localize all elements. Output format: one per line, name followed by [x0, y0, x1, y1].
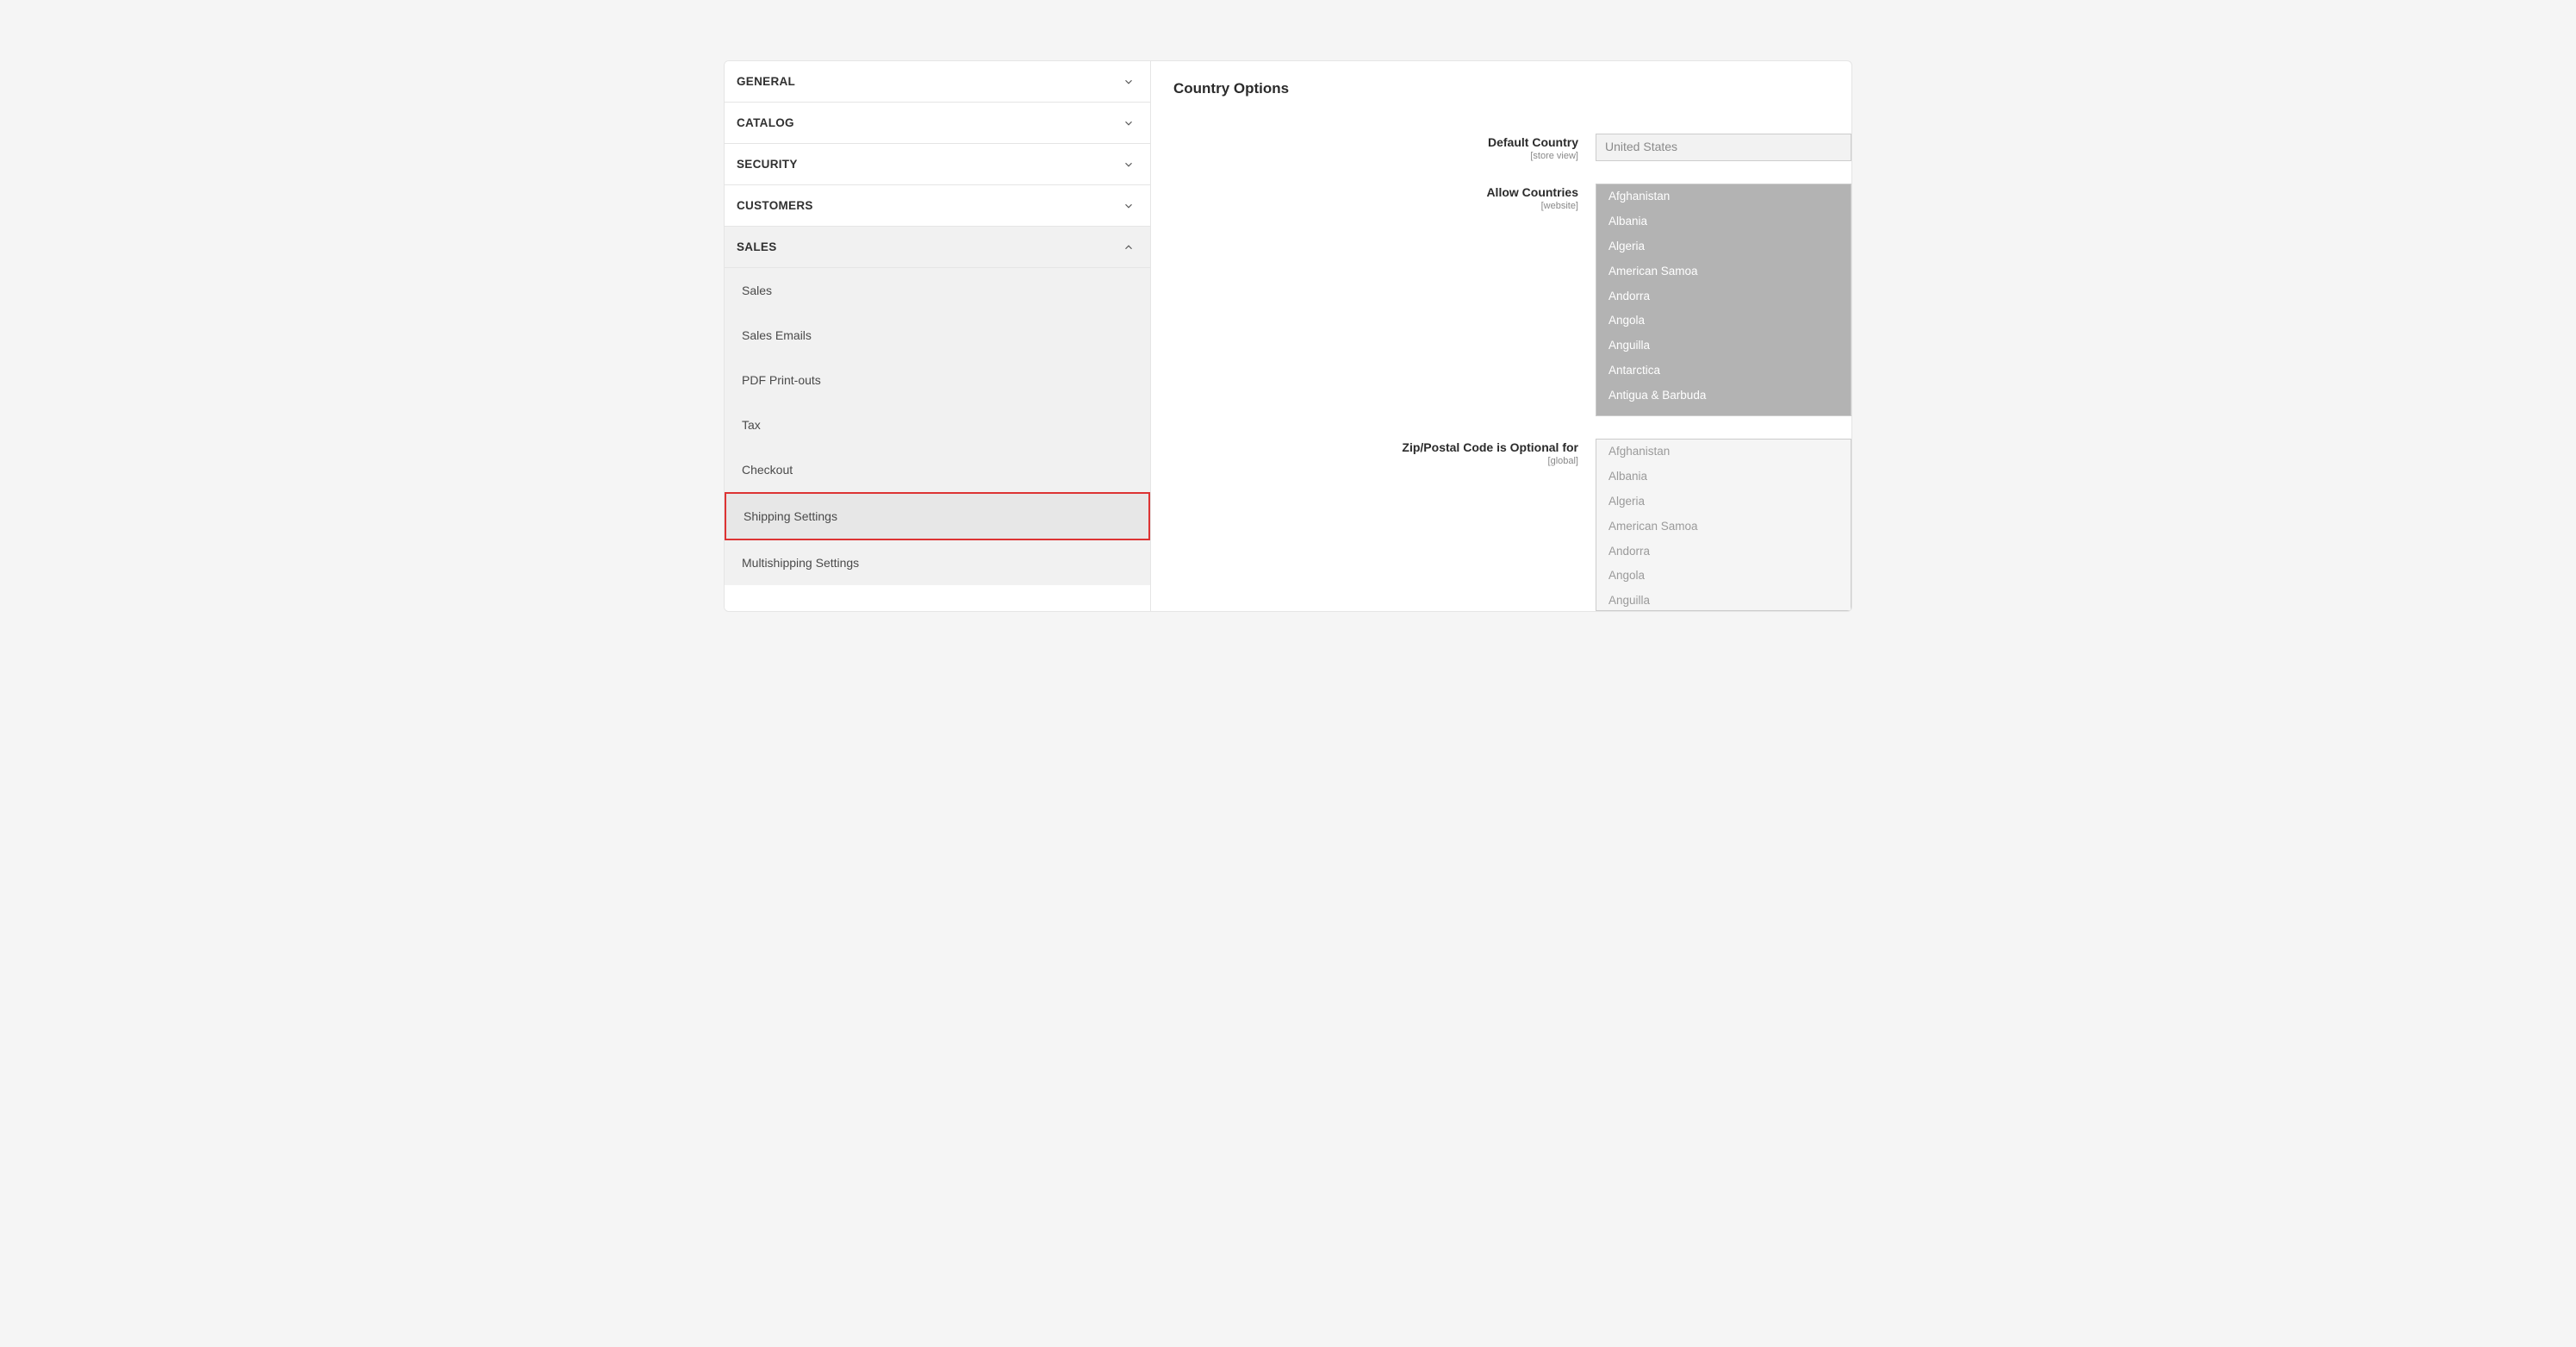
label-col: Allow Countries [website]	[1173, 184, 1596, 211]
option[interactable]: Argentina	[1596, 408, 1851, 416]
control-col: United States	[1596, 134, 1851, 161]
sidebar-item-checkout[interactable]: Checkout	[725, 447, 1150, 492]
chevron-down-icon	[1123, 200, 1135, 212]
control-col: Afghanistan Albania Algeria American Sam…	[1596, 184, 1851, 416]
sidebar-section-security[interactable]: SECURITY	[725, 144, 1150, 185]
sidebar-item-sales[interactable]: Sales	[725, 268, 1150, 313]
row-allow-countries: Allow Countries [website] Afghanistan Al…	[1173, 184, 1851, 416]
option[interactable]: American Samoa	[1596, 514, 1851, 539]
chevron-down-icon	[1123, 117, 1135, 129]
option[interactable]: Angola	[1596, 309, 1851, 334]
allow-countries-multiselect[interactable]: Afghanistan Albania Algeria American Sam…	[1596, 184, 1851, 416]
option[interactable]: Afghanistan	[1596, 440, 1851, 465]
config-panel: GENERAL CATALOG SECURITY CUSTOMERS SALES	[724, 60, 1852, 612]
option[interactable]: Antigua & Barbuda	[1596, 384, 1851, 408]
label-col: Default Country [store view]	[1173, 134, 1596, 161]
sidebar-item-multishipping-settings[interactable]: Multishipping Settings	[725, 540, 1150, 585]
row-zip-optional: Zip/Postal Code is Optional for [global]…	[1173, 439, 1851, 611]
sidebar-section-customers[interactable]: CUSTOMERS	[725, 185, 1150, 227]
control-col: Afghanistan Albania Algeria American Sam…	[1596, 439, 1851, 611]
sidebar-section-catalog[interactable]: CATALOG	[725, 103, 1150, 144]
option[interactable]: Algeria	[1596, 490, 1851, 514]
config-sidebar: GENERAL CATALOG SECURITY CUSTOMERS SALES	[725, 61, 1151, 611]
option[interactable]: Algeria	[1596, 234, 1851, 259]
sidebar-item-sales-emails[interactable]: Sales Emails	[725, 313, 1150, 358]
sidebar-section-label: GENERAL	[737, 75, 795, 88]
field-label: Default Country	[1173, 135, 1578, 150]
option[interactable]: Andorra	[1596, 284, 1851, 309]
zip-optional-multiselect[interactable]: Afghanistan Albania Algeria American Sam…	[1596, 439, 1851, 611]
option[interactable]: Angola	[1596, 564, 1851, 589]
sidebar-section-general[interactable]: GENERAL	[725, 61, 1150, 103]
chevron-down-icon	[1123, 76, 1135, 88]
default-country-select[interactable]: United States	[1596, 134, 1851, 161]
label-col: Zip/Postal Code is Optional for [global]	[1173, 439, 1596, 466]
option[interactable]: Andorra	[1596, 539, 1851, 564]
field-label: Allow Countries	[1173, 185, 1578, 200]
sidebar-section-label: CUSTOMERS	[737, 199, 813, 212]
option[interactable]: Afghanistan	[1596, 184, 1851, 209]
row-default-country: Default Country [store view] United Stat…	[1173, 134, 1851, 161]
option[interactable]: Anguilla	[1596, 334, 1851, 359]
option[interactable]: Antarctica	[1596, 359, 1851, 384]
chevron-down-icon	[1123, 159, 1135, 171]
sidebar-section-sales[interactable]: SALES	[725, 227, 1150, 268]
sidebar-section-label: SALES	[737, 240, 777, 253]
option[interactable]: American Samoa	[1596, 259, 1851, 284]
field-label: Zip/Postal Code is Optional for	[1173, 440, 1578, 455]
field-scope: [store view]	[1173, 151, 1578, 161]
config-main: Country Options Default Country [store v…	[1151, 61, 1851, 611]
option[interactable]: Anguilla	[1596, 589, 1851, 611]
chevron-up-icon	[1123, 241, 1135, 253]
field-scope: [global]	[1173, 456, 1578, 466]
option[interactable]: Albania	[1596, 465, 1851, 490]
sidebar-item-shipping-settings[interactable]: Shipping Settings	[725, 492, 1150, 540]
sidebar-sales-submenu: Sales Sales Emails PDF Print-outs Tax Ch…	[725, 268, 1150, 585]
option[interactable]: Albania	[1596, 209, 1851, 234]
field-scope: [website]	[1173, 201, 1578, 211]
sidebar-item-pdf-printouts[interactable]: PDF Print-outs	[725, 358, 1150, 402]
sidebar-item-tax[interactable]: Tax	[725, 402, 1150, 447]
section-title: Country Options	[1173, 80, 1851, 97]
sidebar-section-label: SECURITY	[737, 158, 798, 171]
sidebar-section-label: CATALOG	[737, 116, 794, 129]
